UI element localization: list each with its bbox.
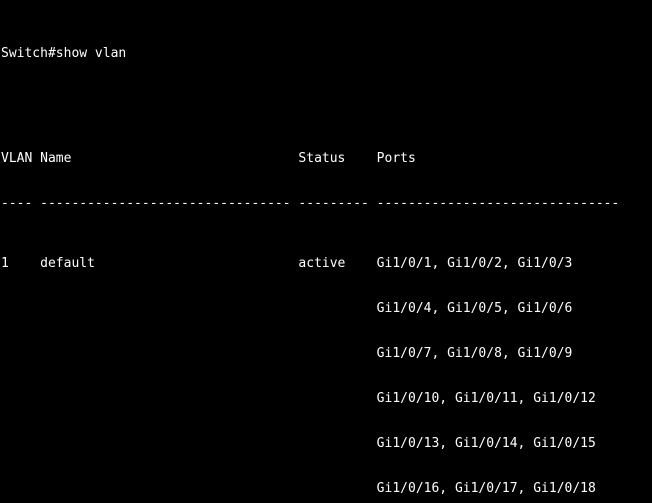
table-row-ports-cont: Gi1/0/10, Gi1/0/11, Gi1/0/12 (1, 391, 596, 406)
table-row-ports-cont: Gi1/0/13, Gi1/0/14, Gi1/0/15 (1, 436, 596, 451)
terminal-window[interactable]: Switch#show vlan VLAN Name Status Ports … (0, 0, 652, 503)
table-row-ports-cont: Gi1/0/7, Gi1/0/8, Gi1/0/9 (1, 346, 573, 361)
vlan-table-header: VLAN Name Status Ports (1, 151, 416, 166)
table-row: 1 default active Gi1/0/1, Gi1/0/2, Gi1/0… (1, 256, 573, 271)
table-row-ports-cont: Gi1/0/4, Gi1/0/5, Gi1/0/6 (1, 301, 573, 316)
table-row-ports-cont: Gi1/0/16, Gi1/0/17, Gi1/0/18 (1, 481, 596, 496)
vlan-table-separator: ---- -------------------------------- --… (1, 196, 620, 211)
terminal-screen-output: Switch#show vlan VLAN Name Status Ports … (1, 1, 619, 503)
command-prompt-line: Switch#show vlan (1, 46, 127, 61)
